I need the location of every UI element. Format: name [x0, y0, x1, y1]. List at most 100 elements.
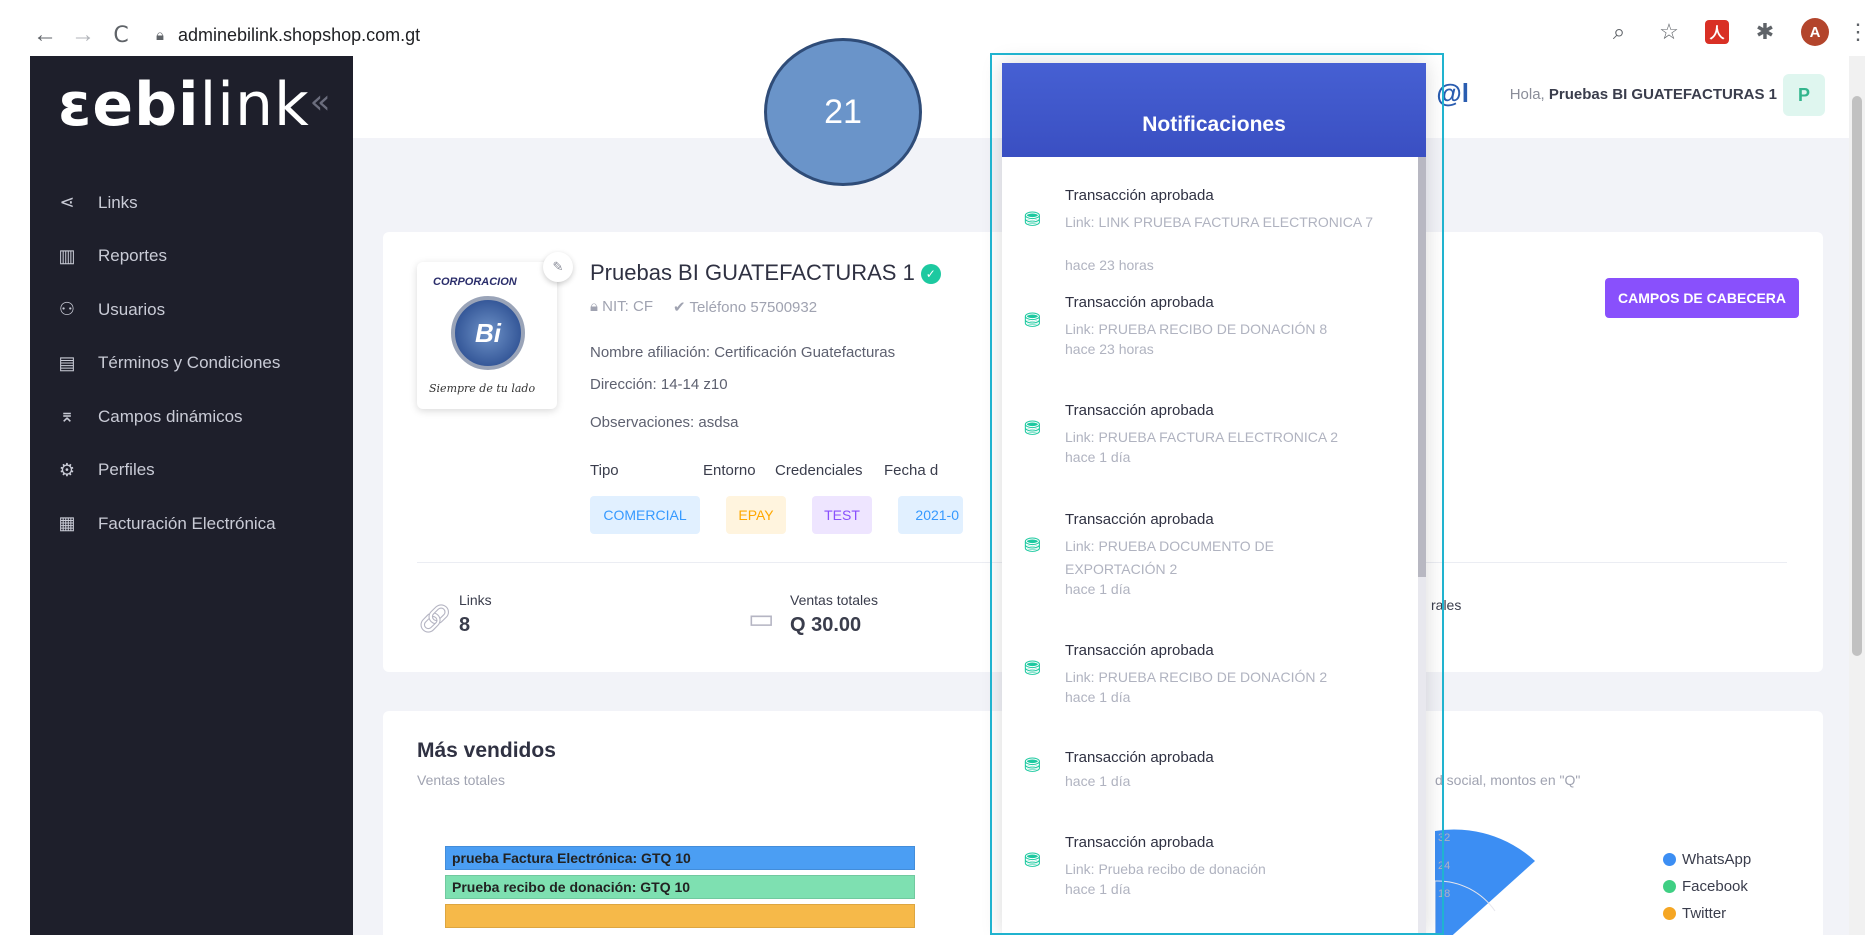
- legend-dot: [1663, 853, 1676, 866]
- bar-recibo[interactable]: Prueba recibo de donación: GTQ 10: [445, 875, 915, 899]
- entorno-label: Entorno: [703, 462, 756, 479]
- chart-icon: ▥: [58, 245, 76, 266]
- pdf-extension-icon[interactable]: 人: [1705, 20, 1729, 44]
- browser-menu-icon[interactable]: ⋮: [1847, 18, 1865, 46]
- legend-item-facebook[interactable]: Facebook: [1663, 873, 1751, 900]
- credenciales-label: Credenciales: [775, 462, 863, 479]
- sidebar-item-label: Links: [98, 192, 138, 212]
- sales-stat-value: Q 30.00: [790, 614, 862, 636]
- user-name: Pruebas BI GUATEFACTURAS 1: [1548, 86, 1777, 103]
- sidebar: ɛebilink« ⋖ Links ▥ Reportes ⚇ Usuarios ▤ Té…: [30, 56, 353, 935]
- best-sellers-title: Más vendidos: [417, 739, 556, 762]
- check-circle-icon: ✔: [673, 299, 690, 316]
- user-greeting[interactable]: Hola, Pruebas BI GUATEFACTURAS 1: [1510, 86, 1777, 103]
- affiliation-text: Nombre afiliación: Certificación Guatefa…: [590, 344, 896, 361]
- entorno-badge: EPAY: [726, 496, 786, 534]
- legend-label: Facebook: [1682, 878, 1748, 895]
- edit-pencil-icon[interactable]: ✎: [543, 252, 573, 282]
- legend-item-whatsapp[interactable]: WhatsApp: [1663, 846, 1751, 873]
- links-stat-label: Links: [459, 592, 492, 608]
- fecha-label: Fecha d: [884, 462, 939, 479]
- sidebar-item-terminos[interactable]: ▤ Términos y Condiciones: [56, 337, 280, 391]
- social-chart-subtitle: d social, montos en "Q": [1435, 772, 1581, 788]
- reload-button[interactable]: C: [106, 20, 136, 50]
- sidebar-item-usuarios[interactable]: ⚇ Usuarios: [56, 283, 280, 337]
- profiles-icon: ⚙: [58, 459, 76, 480]
- fecha-badge: 2021-0: [898, 496, 963, 534]
- logo-emblem: Bi: [451, 296, 525, 370]
- zoom-icon[interactable]: ⌕: [1605, 18, 1633, 46]
- sidebar-item-reportes[interactable]: ▥ Reportes: [56, 230, 280, 284]
- ebilink-logo[interactable]: ɛebilink«: [58, 70, 332, 140]
- best-sellers-subtitle: Ventas totales: [417, 772, 505, 788]
- sidebar-item-label: Reportes: [98, 246, 167, 266]
- nit-field: 🔒︎ NIT: CF: [590, 298, 653, 316]
- collapse-sidebar-icon[interactable]: «: [310, 82, 332, 122]
- logo-light: link: [199, 70, 310, 140]
- logo-bold: ebi: [92, 70, 200, 140]
- share-icon: ⋖: [59, 192, 75, 213]
- sidebar-item-label: Términos y Condiciones: [98, 353, 281, 373]
- scrollbar-thumb[interactable]: [1852, 96, 1862, 656]
- credit-card-icon: ▭: [748, 603, 775, 634]
- phone-text: Teléfono 57500932: [689, 299, 818, 316]
- sidebar-item-label: Usuarios: [98, 299, 166, 319]
- address-bar[interactable]: 🔒︎ adminebilink.shopshop.com.gt: [156, 25, 420, 46]
- sidebar-item-label: Facturación Electrónica: [98, 513, 276, 533]
- sidebar-item-label: Perfiles: [98, 460, 155, 480]
- sidebar-menu: ⋖ Links ▥ Reportes ⚇ Usuarios ▤ Términos y C…: [56, 176, 280, 551]
- address-text: Dirección: 14-14 z10: [590, 376, 728, 393]
- user-avatar[interactable]: P: [1783, 74, 1825, 116]
- document-icon: ▤: [58, 352, 76, 373]
- forward-button[interactable]: →: [68, 20, 98, 50]
- company-logo: CORPORACION Bi Siempre de tu lado: [417, 262, 557, 409]
- logo-prefix: ɛ: [58, 70, 93, 140]
- legend-label: WhatsApp: [1682, 851, 1752, 868]
- sidebar-item-links[interactable]: ⋖ Links: [56, 176, 280, 230]
- bar-third[interactable]: [445, 904, 915, 928]
- nit-text: NIT: CF: [602, 298, 653, 315]
- polar-area-chart: 32 24 18: [1435, 829, 1535, 935]
- profile-avatar[interactable]: A: [1801, 18, 1829, 46]
- campos-cabecera-button[interactable]: CAMPOS DE CABECERA: [1605, 278, 1799, 318]
- company-meta: 🔒︎ NIT: CF ✔ Teléfono 57500932: [590, 298, 817, 316]
- fields-icon: ⌆: [59, 406, 75, 427]
- logo-top-text: CORPORACION: [433, 276, 517, 288]
- sidebar-item-perfiles[interactable]: ⚙ Perfiles: [56, 444, 280, 498]
- legend-dot: [1663, 880, 1676, 893]
- verified-icon: ✓: [920, 264, 941, 284]
- link-icon: 🔗︎: [417, 603, 453, 634]
- tipo-badge: COMERCIAL: [590, 496, 700, 534]
- legend-label: Twitter: [1682, 905, 1727, 922]
- users-icon: ⚇: [58, 299, 76, 320]
- links-stat-value: 8: [459, 614, 471, 636]
- lock-icon: 🔒︎: [590, 298, 603, 315]
- url-text: adminebilink.shopshop.com.gt: [177, 24, 421, 45]
- credenciales-badge: TEST: [812, 496, 872, 534]
- sidebar-item-facturacion[interactable]: ▦ Facturación Electrónica: [56, 497, 280, 551]
- page-scrollbar[interactable]: [1849, 56, 1865, 935]
- browser-toolbar: ← → C 🔒︎ adminebilink.shopshop.com.gt ⌕ …: [30, 14, 1865, 56]
- company-name: Pruebas BI GUATEFACTURAS 1 ✓: [590, 260, 941, 286]
- tipo-label: Tipo: [590, 462, 619, 479]
- lock-icon: 🔒︎: [156, 26, 164, 44]
- sidebar-item-campos[interactable]: ⌆ Campos dinámicos: [56, 390, 280, 444]
- notes-text: Observaciones: asdsa: [590, 414, 739, 431]
- sales-stat-label: Ventas totales: [790, 592, 878, 608]
- back-button[interactable]: ←: [30, 20, 60, 50]
- greeting-text: Hola,: [1509, 86, 1545, 103]
- left-margin: [0, 56, 30, 935]
- social-legend: WhatsApp Facebook Twitter: [1663, 846, 1751, 927]
- invoice-icon: ▦: [58, 513, 76, 534]
- company-name-text: Pruebas BI GUATEFACTURAS 1: [590, 260, 915, 285]
- step-number-bubble: 21: [764, 38, 922, 186]
- legend-dot: [1663, 907, 1676, 920]
- extensions-icon[interactable]: ✱: [1751, 18, 1779, 46]
- sidebar-item-label: Campos dinámicos: [98, 406, 243, 426]
- bookmark-star-icon[interactable]: ☆: [1655, 18, 1683, 46]
- legend-item-twitter[interactable]: Twitter: [1663, 900, 1751, 927]
- logo-slogan: Siempre de tu lado: [429, 382, 536, 395]
- highlight-outline: [990, 53, 1444, 935]
- phone-field: ✔ Teléfono 57500932: [673, 298, 817, 316]
- bar-factura[interactable]: prueba Factura Electrónica: GTQ 10: [445, 846, 915, 870]
